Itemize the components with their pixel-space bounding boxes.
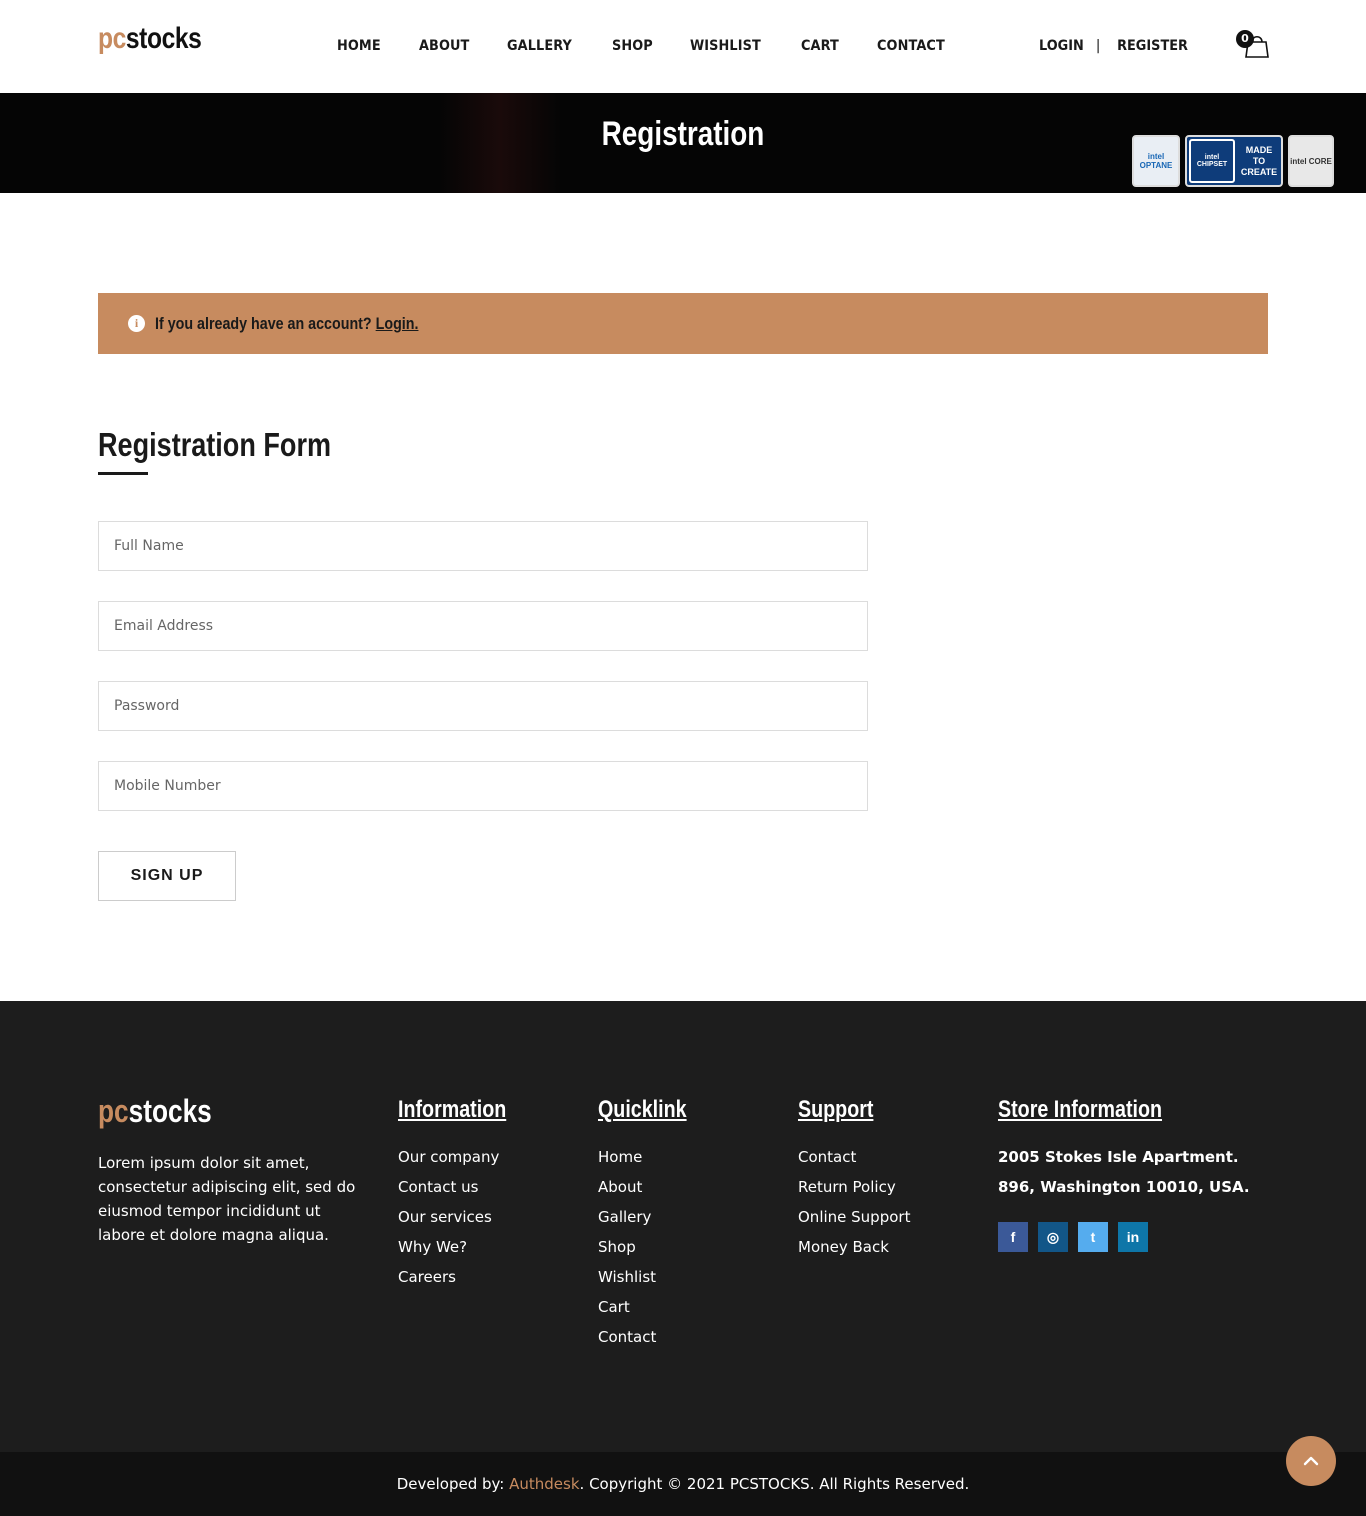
full-name-field[interactable] [98, 521, 868, 571]
nav-gallery[interactable]: GALLERY [507, 38, 572, 54]
main-nav: HOME ABOUT GALLERY SHOP WISHLIST CART CO… [337, 38, 984, 54]
chevron-up-icon [1303, 1456, 1319, 1466]
cart-count-badge: 0 [1236, 30, 1254, 48]
intel-optane-badge: intel OPTANE [1132, 135, 1180, 187]
cart-button[interactable]: 0 [1236, 30, 1270, 60]
footer-link-contact[interactable]: Contact [598, 1328, 656, 1346]
footer-link-wishlist[interactable]: Wishlist [598, 1268, 656, 1286]
auth-links: LOGIN | REGISTER [1037, 38, 1192, 54]
mobile-number-field[interactable] [98, 761, 868, 811]
site-footer: pcstocks Lorem ipsum dolor sit amet, con… [0, 1001, 1366, 1452]
form-title: Registration Form [98, 426, 332, 463]
page-banner: Registration intel OPTANE intel CHIPSET … [0, 93, 1366, 193]
sign-up-button[interactable]: SIGN UP [98, 851, 236, 901]
footer-store-info: Store Information 2005 Stokes Isle Apart… [998, 1096, 1268, 1252]
instagram-icon[interactable]: ◎ [1038, 1222, 1068, 1252]
intel-core-badge: intel CORE [1288, 135, 1334, 187]
footer-quicklink: Quicklink Home About Gallery Shop Wishli… [598, 1096, 706, 1352]
footer-store-title: Store Information [998, 1096, 1163, 1123]
nav-contact[interactable]: CONTACT [877, 38, 945, 54]
footer-link-shop[interactable]: Shop [598, 1238, 636, 1256]
footer-link-support-contact[interactable]: Contact [798, 1148, 856, 1166]
footer-about-text: Lorem ipsum dolor sit amet, consectetur … [98, 1154, 356, 1244]
page-title: Registration [601, 115, 765, 153]
footer-link-careers[interactable]: Careers [398, 1268, 456, 1286]
footer-link-cart[interactable]: Cart [598, 1298, 630, 1316]
nav-about[interactable]: ABOUT [419, 38, 469, 54]
footer-link-money-back[interactable]: Money Back [798, 1238, 889, 1256]
password-field[interactable] [98, 681, 868, 731]
social-links: f ◎ t in [998, 1222, 1268, 1252]
intel-badges: intel OPTANE intel CHIPSET MADE TO CREAT… [1132, 135, 1334, 187]
email-field[interactable] [98, 601, 868, 651]
footer-logo[interactable]: pcstocks [98, 1093, 212, 1130]
nav-cart[interactable]: CART [801, 38, 839, 54]
copyright-prefix: Developed by: [396, 1475, 510, 1493]
site-header: pcstocks HOME ABOUT GALLERY SHOP WISHLIS… [0, 0, 1366, 93]
footer-support-title: Support [798, 1096, 874, 1123]
chipset-logo: intel CHIPSET [1189, 139, 1235, 183]
footer-link-return-policy[interactable]: Return Policy [798, 1178, 896, 1196]
footer-link-gallery[interactable]: Gallery [598, 1208, 651, 1226]
footer-information-title: Information [398, 1096, 507, 1123]
register-link[interactable]: REGISTER [1118, 38, 1189, 54]
scroll-to-top-button[interactable] [1286, 1436, 1336, 1486]
login-notice-link[interactable]: Login. [376, 314, 419, 333]
login-notice: i If you already have an account? Login. [98, 293, 1268, 354]
linkedin-icon[interactable]: in [1118, 1222, 1148, 1252]
facebook-icon[interactable]: f [998, 1222, 1028, 1252]
footer-link-about[interactable]: About [598, 1178, 642, 1196]
footer-link-online-support[interactable]: Online Support [798, 1208, 910, 1226]
made-to-create-label: MADE TO CREATE [1240, 144, 1278, 177]
auth-separator: | [1095, 38, 1101, 54]
site-logo[interactable]: pcstocks [98, 22, 202, 56]
footer-quicklink-title: Quicklink [598, 1096, 687, 1123]
nav-home[interactable]: HOME [337, 38, 381, 54]
login-link[interactable]: LOGIN [1039, 38, 1084, 54]
footer-link-home[interactable]: Home [598, 1148, 642, 1166]
footer-information: Information Our company Contact us Our s… [398, 1096, 530, 1292]
footer-link-our-company[interactable]: Our company [398, 1148, 499, 1166]
twitter-icon[interactable]: t [1078, 1222, 1108, 1252]
nav-shop[interactable]: SHOP [612, 38, 653, 54]
copyright-bar: Developed by: Authdesk. Copyright © 2021… [0, 1452, 1366, 1516]
developer-link[interactable]: Authdesk [509, 1475, 579, 1493]
info-icon: i [128, 315, 145, 332]
copyright-text: . Copyright © 2021 PCSTOCKS. All Rights … [579, 1475, 970, 1493]
footer-link-our-services[interactable]: Our services [398, 1208, 492, 1226]
nav-wishlist[interactable]: WISHLIST [690, 38, 761, 54]
footer-link-contact-us[interactable]: Contact us [398, 1178, 478, 1196]
footer-support: Support Contact Return Policy Online Sup… [798, 1096, 910, 1262]
footer-link-why-we[interactable]: Why We? [398, 1238, 467, 1256]
intel-chipset-badge: intel CHIPSET MADE TO CREATE [1185, 135, 1283, 187]
store-address: 2005 Stokes Isle Apartment. 896, Washing… [998, 1148, 1250, 1196]
title-underline [98, 472, 148, 475]
login-notice-text: If you already have an account? Login. [155, 313, 419, 333]
